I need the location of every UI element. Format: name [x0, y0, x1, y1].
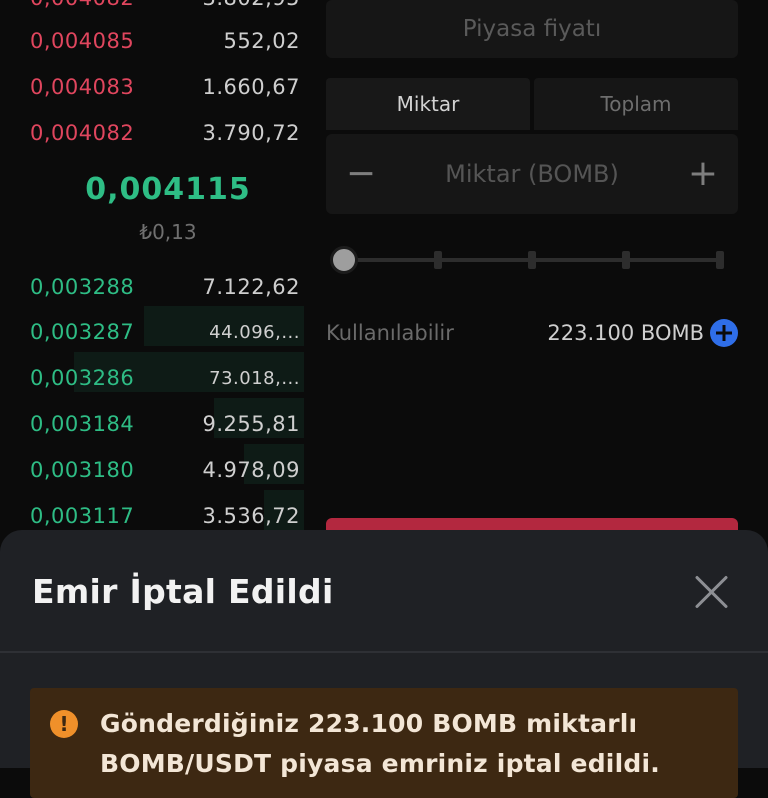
last-price: 0,004115	[85, 172, 251, 207]
tab-amount[interactable]: Miktar	[326, 78, 530, 130]
ask-quantity: 552,02	[223, 29, 300, 53]
bid-price: 0,003287	[30, 320, 135, 344]
ask-quantity: 1.660,67	[202, 75, 300, 99]
bid-price: 0,003286	[30, 366, 135, 390]
bid-quantity: 7.122,62	[202, 275, 300, 299]
amount-placeholder: Miktar (BOMB)	[445, 160, 619, 188]
bid-row[interactable]: 0,003288 7.122,62	[30, 267, 300, 307]
amount-mode-tabs: Miktar Toplam	[326, 78, 738, 130]
bid-row[interactable]: 0,003184 9.255,81	[30, 404, 300, 444]
order-cancelled-sheet: Emir İptal Edildi ! Gönderdiğiniz 223.10…	[0, 530, 768, 798]
available-balance: Kullanılabilir 223.100 BOMB	[326, 316, 738, 350]
available-label: Kullanılabilir	[326, 321, 454, 345]
ask-quantity: 3.790,72	[202, 121, 300, 145]
slider-tick[interactable]	[434, 251, 442, 269]
bid-row[interactable]: 0,003180 4.978,09	[30, 450, 300, 490]
bid-row[interactable]: 0,003286 73.018,...	[30, 358, 300, 398]
sheet-title: Emir İptal Edildi	[32, 572, 334, 611]
bid-row[interactable]: 0,003287 44.096,...	[30, 312, 300, 352]
ask-row[interactable]: 0,004082 3.802,95	[30, 0, 300, 18]
bid-quantity: 73.018,...	[209, 367, 300, 389]
price-placeholder: Piyasa fiyatı	[462, 16, 602, 42]
slider-tick[interactable]	[622, 251, 630, 269]
price-field[interactable]: Piyasa fiyatı	[326, 0, 738, 58]
available-value: 223.100 BOMB	[547, 321, 704, 345]
bid-quantity: 3.536,72	[202, 504, 300, 528]
bid-quantity: 4.978,09	[202, 458, 300, 482]
slider-handle[interactable]	[330, 246, 358, 274]
ask-price: 0,004082	[30, 0, 134, 10]
warning-icon: !	[50, 710, 78, 738]
ask-quantity: 3.802,95	[202, 0, 300, 10]
minus-icon[interactable]: −	[344, 156, 378, 192]
slider-tick[interactable]	[716, 251, 724, 269]
ask-row[interactable]: 0,004083 1.660,67	[30, 67, 300, 107]
close-icon[interactable]	[694, 574, 730, 610]
bid-price: 0,003117	[30, 504, 135, 528]
divider	[0, 651, 768, 653]
order-book: 0,004082 3.802,95 0,004085 552,02 0,0040…	[0, 0, 310, 540]
amount-input[interactable]: − Miktar (BOMB) +	[326, 134, 738, 214]
warning-message: Gönderdiğiniz 223.100 BOMB miktarlı BOMB…	[100, 709, 660, 778]
tab-total[interactable]: Toplam	[534, 78, 738, 130]
bid-quantity: 9.255,81	[202, 412, 300, 436]
ask-price: 0,004082	[30, 121, 135, 145]
ask-row[interactable]: 0,004085 552,02	[30, 21, 300, 61]
add-funds-icon[interactable]	[710, 319, 738, 347]
warning-alert: ! Gönderdiğiniz 223.100 BOMB miktarlı BO…	[30, 688, 738, 798]
amount-slider[interactable]	[330, 246, 730, 274]
ask-price: 0,004085	[30, 29, 135, 53]
bid-price: 0,003288	[30, 275, 135, 299]
bid-quantity: 44.096,...	[209, 321, 300, 343]
plus-icon[interactable]: +	[686, 156, 720, 192]
bid-price: 0,003184	[30, 412, 135, 436]
last-price-fiat: ₺0,13	[139, 220, 197, 244]
ask-row[interactable]: 0,004082 3.790,72	[30, 113, 300, 153]
bid-price: 0,003180	[30, 458, 135, 482]
ask-price: 0,004083	[30, 75, 135, 99]
slider-tick[interactable]	[528, 251, 536, 269]
